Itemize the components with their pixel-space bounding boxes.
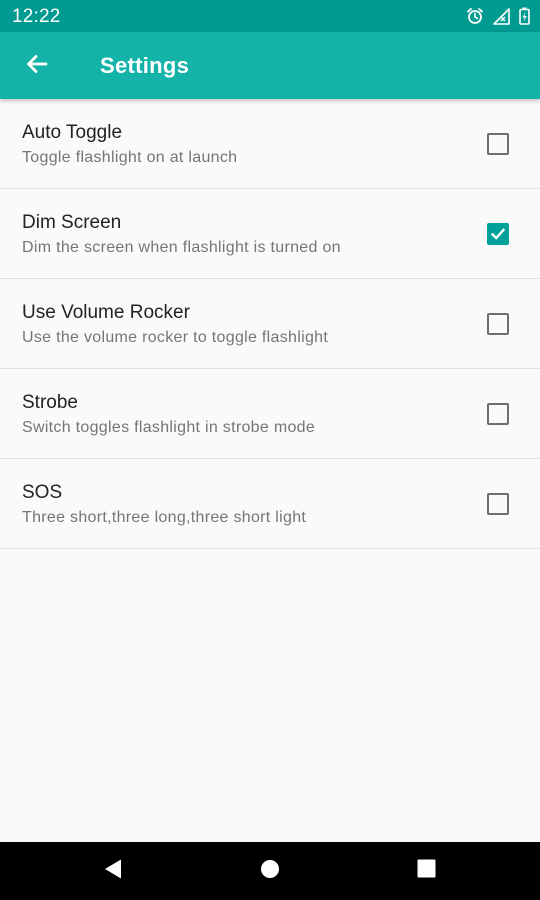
- setting-title: Dim Screen: [22, 212, 122, 233]
- home-circle-icon: [260, 859, 280, 884]
- setting-title: Auto Toggle: [22, 122, 123, 143]
- setting-volume-rocker[interactable]: Use Volume Rocker Use the volume rocker …: [0, 279, 540, 369]
- alarm-icon: [466, 7, 484, 25]
- dim-screen-checkbox[interactable]: [487, 223, 509, 245]
- strobe-checkbox[interactable]: [487, 403, 509, 425]
- setting-sos[interactable]: SOS Three short,three long,three short l…: [0, 459, 540, 549]
- setting-dim-screen[interactable]: Dim Screen Dim the screen when flashligh…: [0, 189, 540, 279]
- navigation-bar: [0, 842, 540, 900]
- nav-recents-button[interactable]: [411, 856, 441, 886]
- setting-summary: Use the volume rocker to toggle flashlig…: [22, 329, 329, 346]
- checkmark-icon: [490, 228, 506, 240]
- setting-summary: Three short,three long,three short light: [22, 509, 307, 526]
- nav-home-button[interactable]: [255, 856, 285, 886]
- volume-rocker-checkbox[interactable]: [487, 313, 509, 335]
- arrow-left-icon: [24, 51, 50, 82]
- settings-list: Auto Toggle Toggle flashlight on at laun…: [0, 99, 540, 549]
- battery-icon: [519, 7, 530, 25]
- recents-square-icon: [417, 859, 436, 883]
- nav-back-button[interactable]: [98, 856, 128, 886]
- setting-summary: Toggle flashlight on at launch: [22, 149, 238, 166]
- sos-checkbox[interactable]: [487, 493, 509, 515]
- back-button[interactable]: [14, 43, 60, 89]
- setting-summary: Dim the screen when flashlight is turned…: [22, 239, 341, 256]
- setting-summary: Switch toggles flashlight in strobe mode: [22, 419, 316, 436]
- setting-title: Strobe: [22, 392, 78, 413]
- page-title: Settings: [100, 53, 190, 78]
- status-bar: 12:22: [0, 0, 540, 32]
- app-bar: Settings: [0, 32, 540, 99]
- setting-strobe[interactable]: Strobe Switch toggles flashlight in stro…: [0, 369, 540, 459]
- setting-title: Use Volume Rocker: [22, 302, 190, 323]
- auto-toggle-checkbox[interactable]: [487, 133, 509, 155]
- setting-title: SOS: [22, 482, 63, 503]
- setting-auto-toggle[interactable]: Auto Toggle Toggle flashlight on at laun…: [0, 99, 540, 189]
- signal-icon: [493, 7, 510, 25]
- status-icons: [466, 6, 530, 26]
- back-triangle-icon: [103, 858, 123, 885]
- status-time: 12:22: [12, 6, 61, 27]
